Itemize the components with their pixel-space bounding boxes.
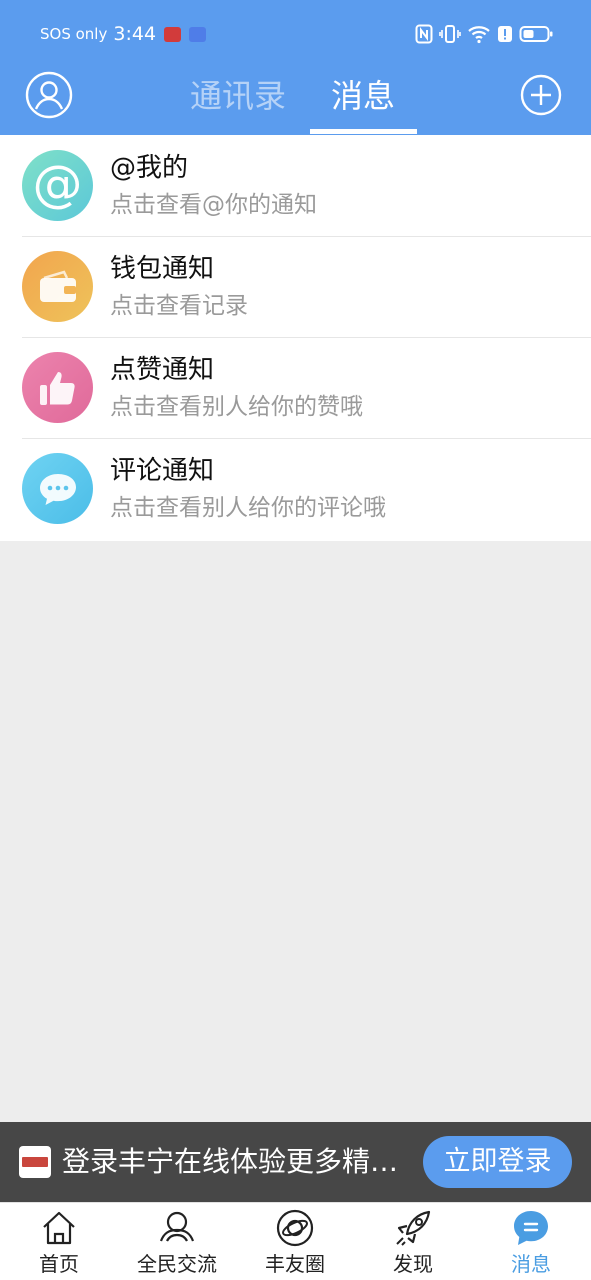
notice-subtitle: 点击查看记录 (110, 293, 248, 319)
app-header: SOS only 3:44 通讯录 消息 (0, 0, 591, 135)
chat-bubble-icon (22, 453, 93, 524)
login-banner: 登录丰宁在线体验更多精彩内容 立即登录 (0, 1122, 591, 1202)
user-avatar-icon[interactable] (25, 71, 73, 119)
notification-app-icon (164, 26, 182, 42)
clock: 3:44 (113, 23, 157, 45)
rocket-icon (396, 1210, 431, 1246)
planet-icon (276, 1209, 314, 1247)
nav-item-community[interactable]: 全民交流 (118, 1203, 236, 1280)
notice-subtitle: 点击查看别人给你的赞哦 (110, 394, 363, 420)
notification-list: @ @我的 点击查看@你的通知 钱包通知 点击查看记录 点赞通知 点击查看别人给… (0, 135, 591, 541)
notice-title: @我的 (110, 153, 189, 183)
wifi-icon (468, 26, 490, 44)
notice-wallet[interactable]: 钱包通知 点击查看记录 (0, 236, 591, 337)
tab-contacts[interactable]: 通讯录 (190, 74, 286, 118)
notice-likes[interactable]: 点赞通知 点击查看别人给你的赞哦 (0, 337, 591, 438)
add-icon[interactable] (520, 74, 562, 116)
nav-label: 发现 (393, 1252, 433, 1276)
notice-subtitle: 点击查看@你的通知 (110, 192, 317, 218)
message-bubble-icon (514, 1211, 548, 1245)
login-banner-text: 登录丰宁在线体验更多精彩内容 (62, 1145, 412, 1178)
vibrate-icon (439, 25, 461, 43)
people-icon (159, 1211, 195, 1242)
alert-icon (498, 26, 512, 42)
carrier-text: SOS only (40, 25, 108, 43)
notice-title: 钱包通知 (110, 254, 215, 284)
bottom-nav: 首页 全民交流 丰友圈 发现 消息 (0, 1202, 591, 1280)
thumbs-up-icon (22, 352, 93, 423)
notice-subtitle: 点击查看别人给你的评论哦 (110, 495, 386, 521)
notification-app-icon (189, 26, 207, 42)
nav-item-messages[interactable]: 消息 (472, 1203, 590, 1280)
wallet-icon (22, 251, 93, 322)
app-logo-icon (19, 1146, 51, 1178)
notice-mentions[interactable]: @ @我的 点击查看@你的通知 (0, 135, 591, 236)
nav-label: 全民交流 (137, 1252, 217, 1276)
login-button[interactable]: 立即登录 (423, 1136, 572, 1188)
nav-label: 首页 (39, 1252, 79, 1276)
notice-comments[interactable]: 评论通知 点击查看别人给你的评论哦 (0, 438, 591, 539)
tab-messages[interactable]: 消息 (331, 74, 395, 118)
active-tab-indicator (310, 129, 417, 134)
status-bar: SOS only 3:44 (0, 0, 591, 66)
nav-item-discover[interactable]: 发现 (354, 1203, 472, 1280)
nfc-icon (415, 24, 433, 44)
title-bar: 通讯录 消息 (0, 66, 591, 135)
status-right (415, 20, 553, 48)
nav-item-friends-circle[interactable]: 丰友圈 (236, 1203, 354, 1280)
notice-title: 评论通知 (110, 456, 215, 486)
at-icon: @ (22, 150, 93, 221)
home-icon (43, 1211, 75, 1245)
nav-label: 消息 (511, 1252, 551, 1276)
nav-item-home[interactable]: 首页 (0, 1203, 118, 1280)
battery-icon (519, 26, 553, 42)
nav-label: 丰友圈 (265, 1252, 325, 1276)
notice-title: 点赞通知 (110, 355, 215, 385)
status-left: SOS only 3:44 (40, 20, 207, 48)
